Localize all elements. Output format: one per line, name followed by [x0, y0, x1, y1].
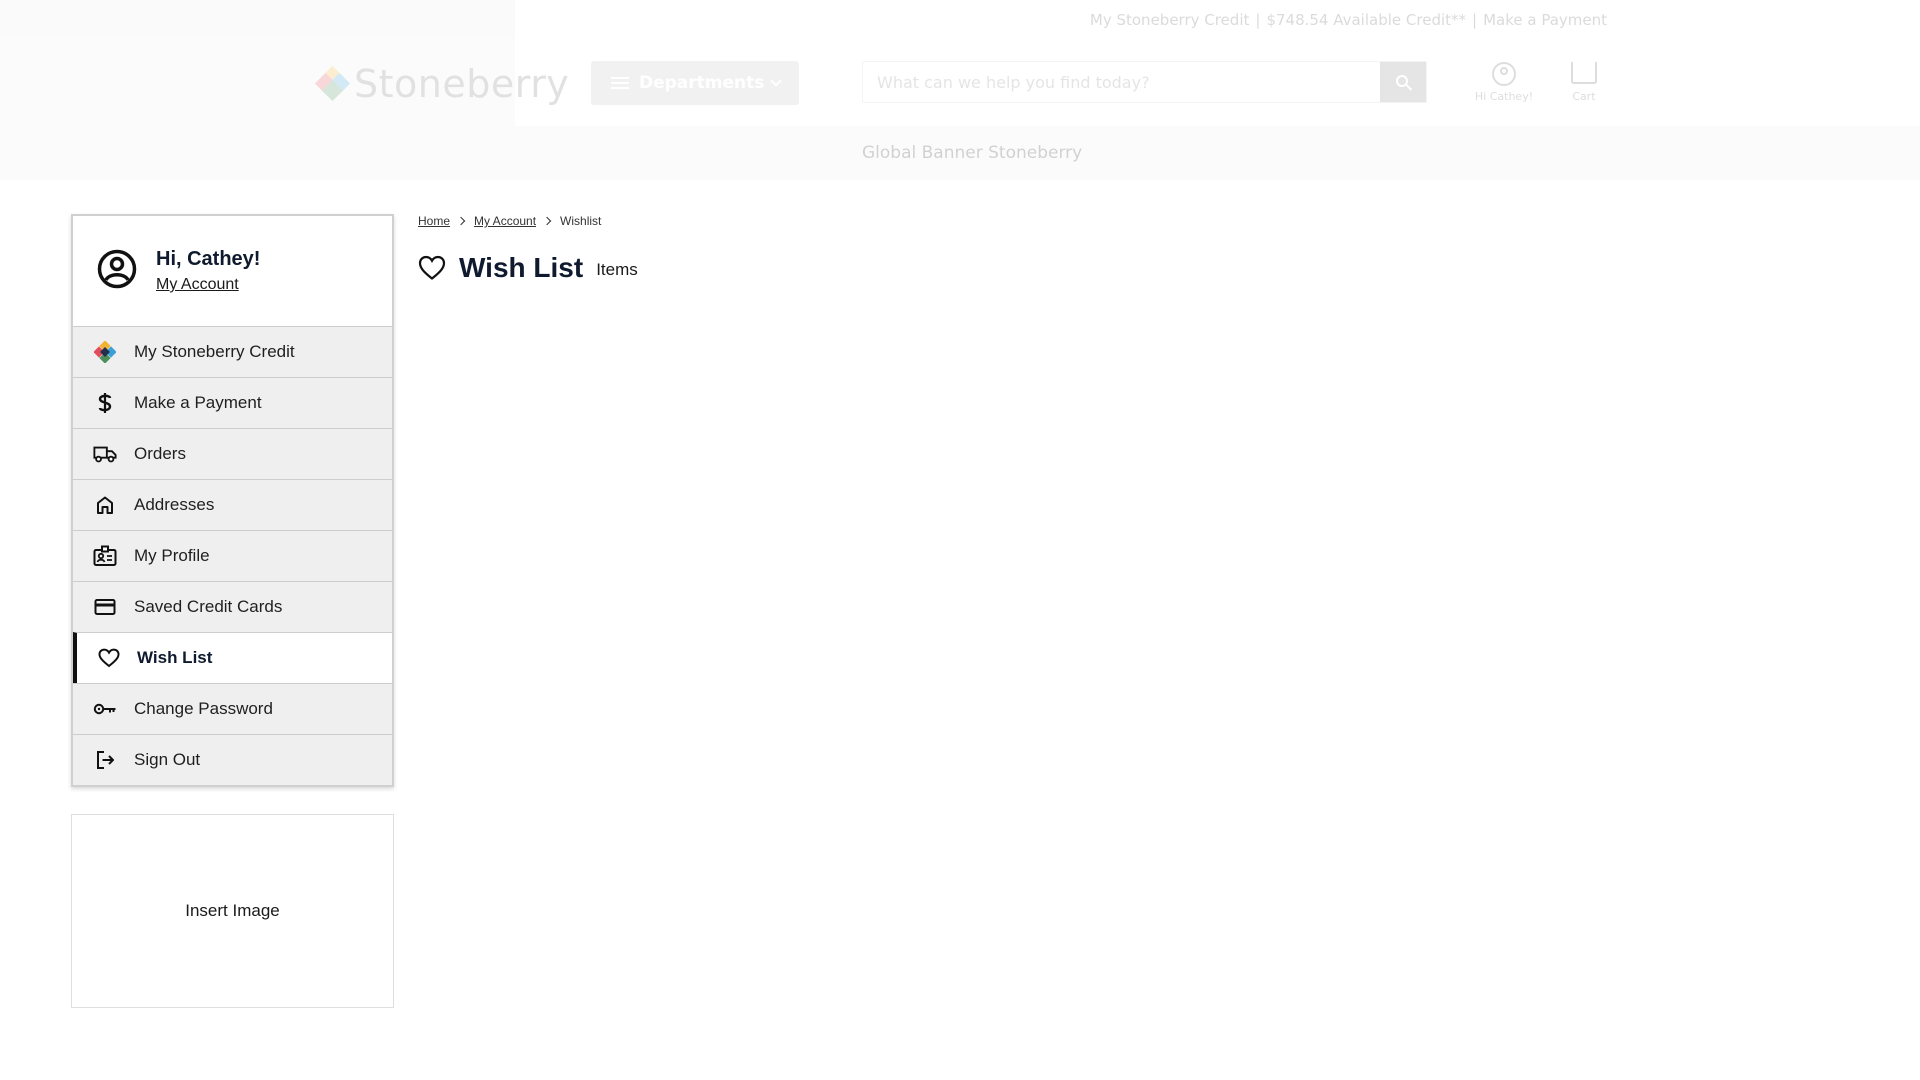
sign-out-icon — [93, 748, 117, 772]
user-circle-icon — [1492, 62, 1516, 86]
cart-label: Cart — [1572, 90, 1596, 103]
topbar-shade — [0, 0, 515, 38]
sidebar-item-my-profile[interactable]: My Profile — [73, 530, 392, 581]
breadcrumb-current: Wishlist — [560, 214, 602, 228]
sidebar-item-saved-credit-cards[interactable]: Saved Credit Cards — [73, 581, 392, 632]
available-credit: $748.54 Available Credit** — [1266, 11, 1467, 29]
banner-text: Global Banner Stoneberry — [862, 143, 1083, 163]
sidebar-item-label: Addresses — [134, 495, 215, 514]
sidebar-item-change-password[interactable]: Change Password — [73, 683, 392, 734]
sidebar-item-orders[interactable]: Orders — [73, 428, 392, 479]
home-icon — [93, 493, 117, 517]
chevron-right-icon — [456, 216, 466, 226]
account-menu-list: My Stoneberry Credit Make a Payment Orde… — [73, 326, 392, 785]
sidebar-item-label: Wish List — [137, 648, 213, 667]
departments-button[interactable]: Departments — [591, 61, 799, 105]
my-account-link[interactable]: My Account — [156, 276, 239, 294]
heart-icon — [97, 646, 121, 670]
greeting-title: Hi, Cathey! — [156, 248, 261, 270]
credit-card-icon — [93, 595, 117, 619]
sidebar-item-sign-out[interactable]: Sign Out — [73, 734, 392, 785]
chevron-down-icon — [770, 75, 783, 87]
search-input[interactable] — [863, 62, 1383, 102]
search-button[interactable] — [1380, 62, 1426, 102]
cart-icon — [1571, 62, 1597, 84]
sidebar-item-wish-list[interactable]: Wish List — [73, 632, 392, 683]
sidebar-item-label: Make a Payment — [134, 393, 262, 412]
sidebar-item-label: My Stoneberry Credit — [134, 342, 295, 361]
heart-icon — [418, 255, 446, 280]
truck-icon — [93, 442, 117, 466]
stoneberry-logo-icon — [93, 340, 117, 364]
chevron-right-icon — [542, 216, 552, 226]
global-banner: Global Banner Stoneberry — [0, 126, 1920, 180]
sidebar-item-label: Sign Out — [134, 750, 201, 769]
make-payment-link[interactable]: Make a Payment — [1483, 11, 1607, 29]
account-label: Hi Cathey! — [1474, 90, 1534, 103]
item-count: Items — [596, 260, 638, 279]
logo-diamond-icon — [314, 65, 351, 102]
sidebar-item-label: My Profile — [134, 546, 210, 565]
key-icon — [93, 697, 117, 721]
account-menu[interactable]: Hi Cathey! — [1468, 62, 1540, 103]
sidebar-item-label: Orders — [134, 444, 186, 463]
sidebar-item-my-stoneberry-credit[interactable]: My Stoneberry Credit — [73, 326, 392, 377]
promo-image-placeholder: Insert Image — [71, 814, 394, 1008]
departments-label: Departments — [639, 73, 765, 93]
stoneberry-logo[interactable]: Stoneberry — [314, 62, 570, 106]
breadcrumb: Home My Account Wishlist — [418, 214, 601, 228]
id-card-icon — [93, 544, 117, 568]
greeting-panel: Hi, Cathey! My Account — [73, 216, 392, 326]
page-title: Wish List — [459, 252, 584, 283]
sidebar-item-label: Saved Credit Cards — [134, 597, 283, 616]
credit-link[interactable]: My Stoneberry Credit — [1090, 11, 1249, 29]
search-icon — [1395, 74, 1408, 87]
sidebar-item-label: Change Password — [134, 699, 273, 718]
credit-summary: My Stoneberry Credit | $748.54 Available C… — [1089, 11, 1607, 29]
promo-text: Insert Image — [185, 901, 280, 920]
sidebar-item-make-a-payment[interactable]: Make a Payment — [73, 377, 392, 428]
site-header: My Stoneberry Credit | $748.54 Available C… — [0, 0, 1920, 180]
user-avatar-icon — [97, 249, 137, 289]
dollar-icon — [93, 391, 117, 415]
sidebar-item-addresses[interactable]: Addresses — [73, 479, 392, 530]
account-sidebar: Hi, Cathey! My Account My Stoneberry Cre… — [71, 214, 394, 787]
cart-button[interactable]: Cart — [1560, 62, 1608, 103]
menu-icon — [611, 77, 629, 89]
page-header: Wish List Items — [418, 252, 638, 284]
search-bar — [862, 61, 1427, 103]
logo-text: Stoneberry — [354, 62, 570, 106]
main-header-bar: Stoneberry Departments Hi Cathey! Cart — [0, 38, 1920, 126]
breadcrumb-home-link[interactable]: Home — [418, 214, 450, 228]
top-utility-bar: My Stoneberry Credit | $748.54 Available C… — [0, 0, 1920, 38]
breadcrumb-account-link[interactable]: My Account — [474, 214, 536, 228]
